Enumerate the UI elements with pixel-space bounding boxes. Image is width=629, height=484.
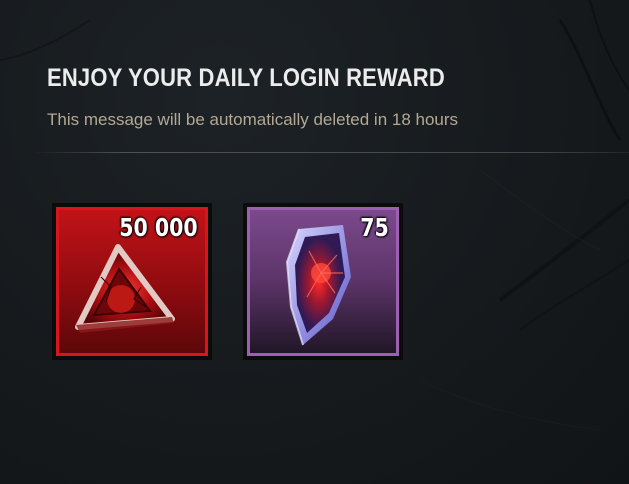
reward-tile-iridescent-shards[interactable]: 75	[243, 203, 403, 360]
reward-amount: 50 000	[119, 213, 198, 242]
header-divider	[32, 152, 629, 153]
reward-tile-bloodpoints[interactable]: 50 000	[52, 203, 212, 360]
reward-frame: 75	[247, 207, 399, 356]
reward-amount: 75	[360, 213, 389, 242]
reward-frame: 50 000	[56, 207, 208, 356]
page-title: ENJOY YOUR DAILY LOGIN REWARD	[47, 64, 445, 92]
expiry-message: This message will be automatically delet…	[47, 110, 459, 129]
